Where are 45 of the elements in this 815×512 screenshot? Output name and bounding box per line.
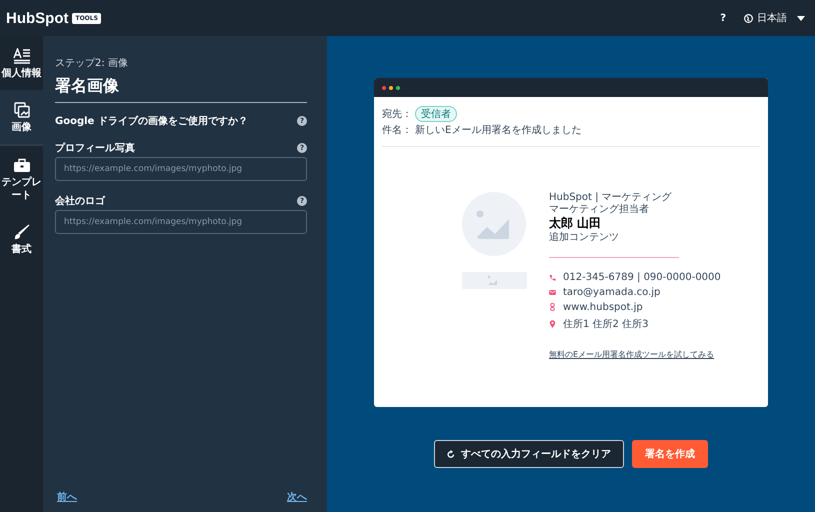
contact-text: taro@yamada.co.jp bbox=[563, 286, 660, 298]
location-pin-icon bbox=[549, 320, 556, 328]
text-format-icon bbox=[12, 48, 30, 64]
profile-photo-placeholder-icon bbox=[462, 192, 526, 256]
sidebar-item[interactable]: 書式 bbox=[0, 212, 43, 266]
contact-text: 住所1 住所2 住所3 bbox=[563, 318, 648, 330]
previous-link[interactable]: 前へ bbox=[57, 490, 77, 504]
sidebar-item[interactable]: 個人情報 bbox=[0, 36, 43, 90]
next-link[interactable]: 次へ bbox=[287, 490, 307, 504]
subject-text: 新しいEメール用署名を作成しました bbox=[415, 124, 582, 137]
field-label: Google ドライブの画像をご使用ですか？ bbox=[55, 114, 248, 128]
step-label: ステップ2: 画像 bbox=[55, 56, 129, 70]
sidebar-item[interactable]: 画像 bbox=[0, 90, 43, 146]
person-name: 太郎 山田 bbox=[549, 215, 602, 232]
envelope-icon bbox=[549, 290, 556, 294]
help-link[interactable]: ? bbox=[720, 12, 726, 24]
clear-fields-button[interactable]: すべての入力フィールドをクリア bbox=[434, 440, 624, 468]
sidebar-item[interactable]: テンプレート bbox=[0, 146, 43, 212]
close-dot-icon bbox=[382, 86, 386, 90]
recipient-tag: 受信者 bbox=[415, 106, 457, 122]
minimize-dot-icon bbox=[389, 86, 393, 90]
link-icon bbox=[549, 303, 556, 311]
company-line: HubSpot | マーケティング bbox=[549, 192, 673, 204]
contact-text: www.hubspot.jp bbox=[563, 302, 643, 312]
hubspot-logo[interactable]: HubSpot bbox=[6, 10, 68, 26]
field-label: 会社のロゴ bbox=[55, 194, 105, 208]
maximize-dot-icon bbox=[396, 86, 400, 90]
field-label: プロフィール写真 bbox=[55, 141, 135, 155]
toolbox-icon bbox=[12, 158, 30, 173]
try-tool-link[interactable]: 無料のEメール用署名作成ツールを試してみる bbox=[549, 348, 721, 360]
url-input[interactable]: https://example.com/images/myphoto.jpg bbox=[55, 157, 307, 181]
to-label: 宛先： bbox=[382, 108, 412, 121]
extra-content: 追加コンテンツ bbox=[549, 232, 620, 244]
subject-label: 件名： bbox=[382, 124, 412, 137]
logo-placeholder-icon bbox=[462, 272, 527, 289]
phone-icon bbox=[549, 274, 556, 280]
language-selector[interactable]: 日本語 bbox=[744, 11, 805, 25]
contact-text: 012-345-6789 | 090-0000-0000 bbox=[563, 272, 721, 282]
brush-icon bbox=[14, 224, 30, 240]
url-input[interactable]: https://example.com/images/myphoto.jpg bbox=[55, 210, 307, 234]
section-title: 署名画像 bbox=[55, 76, 307, 103]
image-icon bbox=[14, 102, 30, 118]
caret-icon bbox=[797, 16, 805, 20]
refresh-icon bbox=[447, 450, 455, 458]
job-title: マーケティング担当者 bbox=[549, 204, 650, 215]
